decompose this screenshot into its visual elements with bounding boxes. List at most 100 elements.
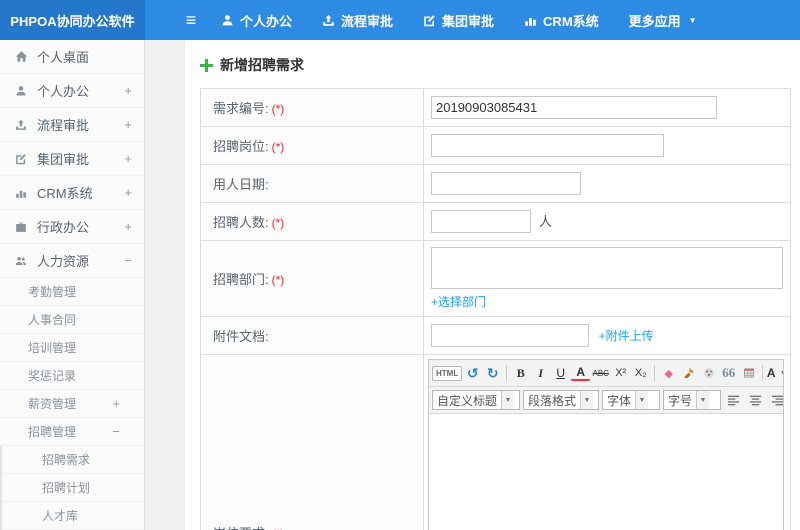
calendar-icon[interactable] xyxy=(739,363,758,383)
bold-button[interactable]: B xyxy=(511,363,530,383)
form-row-position: 招聘岗位: (*) xyxy=(200,126,791,165)
format-brush-icon[interactable] xyxy=(679,363,698,383)
hamburger-icon[interactable]: ≡ xyxy=(171,0,211,40)
caret-down-icon: ▼ xyxy=(580,391,594,409)
font-color-button[interactable]: A xyxy=(571,365,591,381)
attachment-upload-link[interactable]: +附件上传 xyxy=(599,329,654,343)
field-label: 招聘岗位: xyxy=(213,139,269,154)
toolbar-separator xyxy=(762,365,764,381)
sidebar-item-attendance[interactable]: 考勤管理 xyxy=(0,278,144,306)
editor-toolbar-row1: HTML ↺ ↻ B I U A ABC X² X₂ ◆ 66 A xyxy=(429,360,783,387)
hire-date-input[interactable] xyxy=(431,172,581,195)
remove-format-icon[interactable]: ◆ xyxy=(659,363,678,383)
app-logo: PHPOA协同办公软件 xyxy=(0,0,145,40)
user-icon xyxy=(221,14,234,27)
caret-down-icon: ▼ xyxy=(780,370,783,377)
headcount-unit: 人 xyxy=(539,214,553,229)
sidebar-item-recruit-plan[interactable]: 招聘计划 xyxy=(2,474,144,502)
html-source-button[interactable]: HTML xyxy=(432,365,463,381)
add-icon xyxy=(200,58,213,72)
approval-icon xyxy=(423,14,436,27)
select-department-link[interactable]: +选择部门 xyxy=(431,293,486,310)
sidebar-item-group-approval[interactable]: 集团审批 + xyxy=(0,142,144,176)
sidebar-item-workflow-approval[interactable]: 流程审批 + xyxy=(0,108,144,142)
topnav-workflow-approval[interactable]: 流程审批 xyxy=(322,11,393,30)
align-center-icon[interactable] xyxy=(746,390,765,410)
sidebar-item-personal-desktop[interactable]: 个人桌面 xyxy=(0,40,144,74)
required-mark: (*) xyxy=(272,527,285,530)
sidebar-item-salary[interactable]: 薪资管理 + xyxy=(0,390,144,418)
italic-button[interactable]: I xyxy=(531,363,550,383)
editor-content[interactable] xyxy=(429,414,783,530)
sidebar-item-recruit-request[interactable]: 招聘需求 xyxy=(2,446,144,474)
position-input[interactable] xyxy=(431,134,664,157)
field-label: 招聘人数: xyxy=(213,215,269,230)
font-size-select[interactable]: 字号 ▼ xyxy=(663,390,721,410)
user-icon xyxy=(14,85,28,97)
topnav-more-apps[interactable]: 更多应用 ▼ xyxy=(629,11,697,30)
request-no-input[interactable] xyxy=(431,96,717,119)
heading-select[interactable]: 自定义标题 ▼ xyxy=(432,390,520,410)
caret-down-icon: ▼ xyxy=(635,391,649,409)
sidebar-item-admin-office[interactable]: 行政办公 + xyxy=(0,210,144,244)
required-mark: (*) xyxy=(271,102,285,116)
sidebar-item-crm[interactable]: CRM系统 + xyxy=(0,176,144,210)
briefcase-icon xyxy=(14,221,28,233)
page-title-text: 新增招聘需求 xyxy=(220,57,304,73)
undo-icon[interactable]: ↺ xyxy=(463,363,482,383)
align-left-icon[interactable] xyxy=(724,390,743,410)
page-title: 新增招聘需求 xyxy=(200,52,792,78)
field-label: 招聘部门: xyxy=(213,272,269,287)
chart-icon xyxy=(524,14,537,27)
sidebar-item-personal-office[interactable]: 个人办公 + xyxy=(0,74,144,108)
process-icon xyxy=(14,119,28,131)
expander-icon: + xyxy=(124,185,132,200)
align-right-icon[interactable] xyxy=(768,390,783,410)
sidebar-item-talent-pool[interactable]: 人才库 xyxy=(2,502,144,530)
sidebar-item-training[interactable]: 培训管理 xyxy=(0,334,144,362)
expander-icon: + xyxy=(124,219,132,234)
form-row-request-no: 需求编号: (*) xyxy=(200,88,791,127)
palette-icon[interactable] xyxy=(699,363,718,383)
caret-down-icon: ▼ xyxy=(501,391,515,409)
chart-icon xyxy=(14,187,28,199)
topnav-crm[interactable]: CRM系统 xyxy=(524,11,599,30)
app-window: PHPOA协同办公软件 ≡ 个人办公 流程审批 集团审批 CRM系统 更多应用 … xyxy=(0,0,800,530)
home-icon xyxy=(14,50,28,63)
field-label: 岗位要求: xyxy=(213,526,269,530)
strikethrough-button[interactable]: ABC xyxy=(591,363,610,383)
topnav-label: CRM系统 xyxy=(543,13,599,29)
font-family-select[interactable]: 字体 ▼ xyxy=(602,390,660,410)
sidebar-hr-submenu: 考勤管理 人事合同 培训管理 奖惩记录 薪资管理 + 招聘管理 − 招聘需求 招… xyxy=(0,278,144,530)
blockquote-button[interactable]: 66 xyxy=(719,363,738,383)
expander-icon: − xyxy=(112,424,120,439)
field-label: 用人日期: xyxy=(213,177,269,192)
font-style-button[interactable]: A▼ xyxy=(767,363,783,383)
toolbar-separator xyxy=(654,365,656,381)
sidebar-item-rewards[interactable]: 奖惩记录 xyxy=(0,362,144,390)
required-mark: (*) xyxy=(271,216,285,230)
main-content: 新增招聘需求 需求编号:(*) 招聘岗位:(*) xyxy=(146,40,800,530)
form-row-hire-date: 用人日期: xyxy=(200,164,791,203)
redo-icon[interactable]: ↻ xyxy=(483,363,502,383)
expander-icon: − xyxy=(124,253,132,268)
headcount-input[interactable] xyxy=(431,210,531,233)
expander-icon: + xyxy=(124,83,132,98)
required-mark: (*) xyxy=(271,273,285,287)
process-icon xyxy=(322,14,335,27)
sidebar-item-hr-contract[interactable]: 人事合同 xyxy=(0,306,144,334)
paragraph-format-select[interactable]: 段落格式 ▼ xyxy=(523,390,599,410)
sidebar-item-recruit-mgmt[interactable]: 招聘管理 − xyxy=(0,418,144,446)
subscript-button[interactable]: X₂ xyxy=(631,363,650,383)
topnav-group-approval[interactable]: 集团审批 xyxy=(423,11,494,30)
underline-button[interactable]: U xyxy=(551,363,570,383)
attachment-input[interactable] xyxy=(431,324,589,347)
sidebar-item-hr[interactable]: 人力资源 − xyxy=(0,244,144,278)
topnav-personal-office[interactable]: 个人办公 xyxy=(221,11,292,30)
superscript-button[interactable]: X² xyxy=(611,363,630,383)
caret-down-icon: ▼ xyxy=(696,391,710,409)
topnav-label: 更多应用 xyxy=(628,13,681,29)
required-mark: (*) xyxy=(271,140,285,154)
form-row-requirements: 岗位要求:(*) HTML ↺ ↻ B I U xyxy=(200,354,791,530)
department-textarea[interactable] xyxy=(431,247,783,289)
